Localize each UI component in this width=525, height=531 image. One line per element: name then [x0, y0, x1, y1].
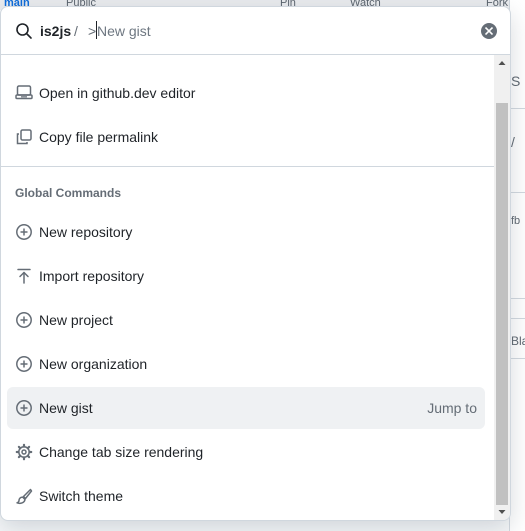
plus-circle-icon — [15, 399, 33, 417]
command-label: Change tab size rendering — [39, 444, 204, 460]
palette-search-bar: is2js / > — [1, 7, 510, 55]
command-prefix: > — [88, 23, 97, 39]
bg-divider — [509, 358, 525, 359]
item-copy-permalink[interactable]: Copy file permalink — [7, 116, 485, 158]
command-switch-theme[interactable]: Switch theme — [7, 475, 485, 517]
clear-icon[interactable] — [481, 23, 497, 39]
search-icon — [15, 22, 33, 40]
scope-separator: / — [74, 23, 78, 39]
bg-divider — [509, 192, 525, 193]
copy-icon — [15, 128, 33, 146]
command-label: Import repository — [39, 268, 145, 284]
section-title: Global Commands — [15, 186, 122, 200]
item-label: Copy file permalink — [39, 129, 159, 145]
gear-icon — [15, 443, 33, 461]
bg-fragment: fb — [511, 215, 521, 227]
bg-fragment: / — [511, 134, 515, 150]
command-new-project[interactable]: New project — [7, 299, 485, 341]
item-open-github-dev[interactable]: Open in github.dev editor — [7, 72, 485, 114]
command-change-tab-size[interactable]: Change tab size rendering — [7, 431, 485, 473]
command-label: New gist — [39, 400, 93, 416]
plus-circle-icon — [15, 223, 33, 241]
section-divider — [1, 166, 494, 167]
bg-fragment: Bla — [511, 334, 525, 348]
scroll-down-arrow-icon[interactable] — [494, 504, 510, 520]
plus-circle-icon — [15, 355, 33, 373]
item-label: Open in github.dev editor — [39, 85, 196, 101]
command-import-repository[interactable]: Import repository — [7, 255, 485, 297]
command-label: New project — [39, 312, 113, 328]
jump-to-hint: Jump to — [427, 400, 477, 416]
command-label: Switch theme — [39, 488, 124, 504]
bg-divider — [509, 108, 525, 109]
command-palette: is2js / > Open in github.dev editor Copy… — [0, 6, 511, 521]
paintbrush-icon — [15, 487, 33, 505]
code-editor-icon — [15, 84, 33, 102]
command-new-organization[interactable]: New organization — [7, 343, 485, 385]
bg-fragment: S — [511, 73, 521, 89]
search-input[interactable] — [97, 20, 457, 42]
command-label: New repository — [39, 224, 133, 240]
bg-divider — [509, 298, 525, 299]
bg-divider — [509, 318, 525, 319]
command-label: New organization — [39, 356, 148, 372]
scope-token[interactable]: is2js — [40, 23, 71, 39]
scrollbar[interactable] — [494, 55, 510, 520]
command-new-gist[interactable]: New gist Jump to — [7, 387, 485, 429]
upload-icon — [15, 267, 33, 285]
command-list: Open in github.dev editor Copy file perm… — [1, 55, 494, 520]
scroll-up-arrow-icon[interactable] — [494, 55, 510, 71]
command-new-repository[interactable]: New repository — [7, 211, 485, 253]
scrollbar-thumb[interactable] — [496, 103, 508, 505]
plus-circle-icon — [15, 311, 33, 329]
